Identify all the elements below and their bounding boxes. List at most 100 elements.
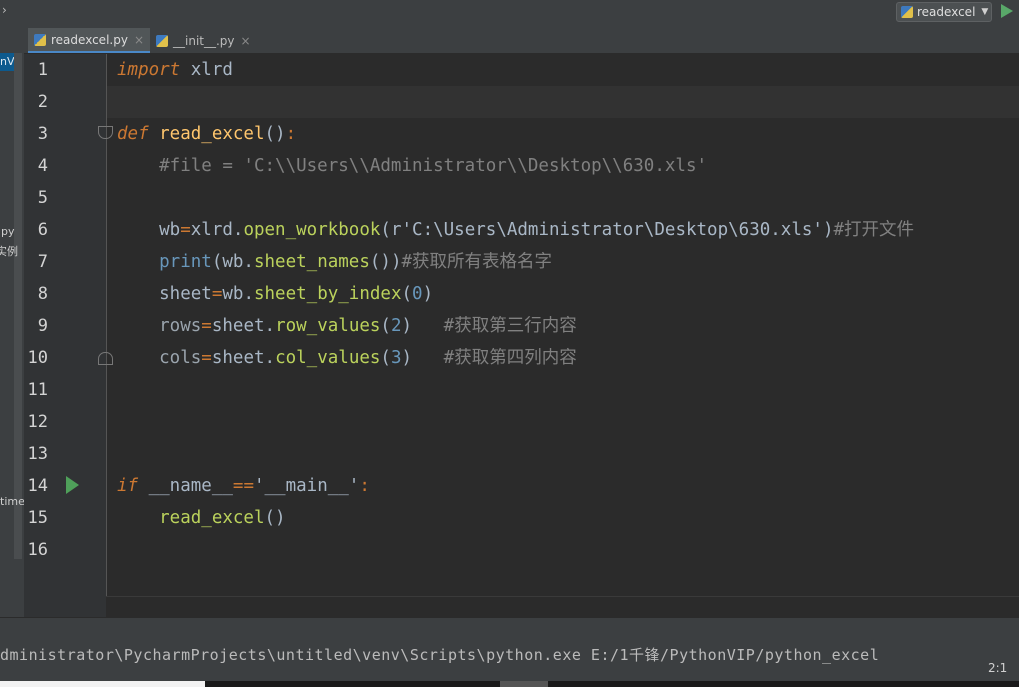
punctuation-token: ()) — [369, 252, 402, 272]
operator-token: = — [201, 348, 212, 368]
breadcrumb[interactable]: › — [2, 3, 7, 17]
chevron-down-icon: ▼ — [981, 7, 989, 17]
code-editor[interactable]: 1 import xlrd 2 3 def read_excel(): 4 #f… — [24, 54, 1019, 617]
close-icon[interactable]: × — [134, 33, 144, 47]
identifier-token: xlrd — [180, 60, 233, 80]
tool-window-header — [0, 617, 1019, 642]
code-text: read_excel() — [117, 507, 286, 529]
function-name-token: read_excel — [148, 124, 265, 144]
keyword-token: import — [117, 60, 181, 80]
punctuation-token: () — [264, 124, 286, 144]
project-tree-item[interactable]: 实例 — [0, 243, 18, 259]
identifier-token: wb — [117, 220, 181, 240]
tab-readexcel[interactable]: readexcel.py × — [28, 28, 150, 53]
close-icon[interactable]: × — [241, 34, 251, 48]
taskbar — [205, 681, 1019, 687]
run-command-text: dministrator\PycharmProjects\untitled\ve… — [0, 646, 880, 664]
function-call-token: read_excel — [117, 508, 265, 528]
code-text: sheet=wb.sheet_by_index(0) — [117, 283, 433, 305]
punctuation-token: ( — [380, 348, 391, 368]
punctuation-token: : — [285, 124, 297, 144]
project-tree-item[interactable]: time — [0, 495, 24, 508]
tab-label: readexcel.py — [51, 32, 128, 47]
punctuation-token: ) — [422, 284, 434, 304]
code-line: 15 read_excel() — [24, 502, 1019, 534]
code-line: 7 print(wb.sheet_names())#获取所有表格名字 — [24, 246, 1019, 278]
punctuation-token: ( — [380, 220, 391, 240]
code-line: 6 wb=xlrd.open_workbook(r'C:\Users\Admin… — [24, 214, 1019, 246]
punctuation-token: ( — [401, 284, 413, 304]
line-number: 10 — [27, 348, 48, 368]
identifier-token: __name__ — [138, 476, 233, 496]
caret-position[interactable]: 2:1 — [988, 661, 1007, 675]
builtin-token: print — [117, 252, 212, 272]
comment-token: #file = 'C:\\Users\\Administrator\\Deskt… — [117, 156, 708, 176]
identifier-token: wb. — [222, 284, 254, 304]
line-number: 6 — [37, 220, 48, 240]
line-number: 2 — [37, 92, 48, 112]
method-call-token: sheet_by_index — [253, 284, 402, 304]
navigation-bar: › readexcel ▼ — [0, 0, 1019, 28]
method-call-token: sheet_names — [253, 252, 370, 272]
method-call-token: open_workbook — [243, 220, 381, 240]
line-number: 11 — [27, 380, 48, 400]
code-text: if __name__=='__main__': — [117, 475, 370, 497]
code-line: 10 cols=sheet.col_values(3) #获取第四列内容 — [24, 342, 1019, 374]
code-line: 13 — [24, 438, 1019, 470]
code-text: import xlrd — [117, 59, 233, 81]
code-line: 12 — [24, 406, 1019, 438]
code-line: 2 — [24, 86, 1019, 118]
run-icon[interactable] — [1001, 4, 1013, 18]
project-panel: nVIP py 实例 time — [0, 27, 24, 617]
number-token: 3 — [390, 348, 402, 368]
python-file-icon — [156, 34, 168, 47]
code-line: 16 — [24, 534, 1019, 566]
punctuation-token: ) — [822, 220, 834, 240]
identifier-token: sheet — [117, 284, 212, 304]
run-icon[interactable] — [66, 476, 79, 494]
code-line: 14 if __name__=='__main__': — [24, 470, 1019, 502]
identifier-token: sheet. — [211, 316, 276, 336]
line-number: 15 — [27, 508, 48, 528]
project-tree-item[interactable]: py — [1, 225, 15, 238]
line-number: 12 — [27, 412, 48, 432]
run-output-panel: dministrator\PycharmProjects\untitled\ve… — [0, 641, 1019, 681]
code-text: wb=xlrd.open_workbook(r'C:\Users\Adminis… — [117, 219, 914, 241]
python-file-icon — [34, 33, 46, 46]
line-number: 8 — [37, 284, 48, 304]
line-number: 7 — [37, 252, 48, 272]
punctuation-token: ) — [401, 316, 413, 336]
line-number: 9 — [37, 316, 48, 336]
identifier-token: xlrd. — [190, 220, 244, 240]
line-number: 4 — [37, 156, 48, 176]
editor-divider — [106, 596, 1019, 597]
project-panel-scroll-track — [14, 53, 22, 559]
code-line: 3 def read_excel(): — [24, 118, 1019, 150]
identifier-token: cols — [117, 348, 202, 368]
fold-collapse-icon[interactable] — [98, 126, 113, 139]
code-line: 1 import xlrd — [24, 54, 1019, 86]
string-token: r'C:\Users\Administrator\Desktop\630.xls… — [390, 220, 823, 240]
run-configuration-label: readexcel — [917, 5, 976, 19]
punctuation-token: () — [264, 508, 286, 528]
identifier-token: rows — [117, 316, 202, 336]
code-text: cols=sheet.col_values(3) #获取第四列内容 — [117, 347, 577, 369]
comment-token: #获取第三行内容 — [412, 316, 577, 336]
operator-token: = — [211, 284, 223, 304]
taskbar-segment — [0, 681, 205, 687]
code-line: 4 #file = 'C:\\Users\\Administrator\\Des… — [24, 150, 1019, 182]
operator-token: = — [180, 220, 191, 240]
code-line: 11 — [24, 374, 1019, 406]
code-line: 5 — [24, 182, 1019, 214]
fold-end-icon[interactable] — [98, 352, 113, 365]
method-call-token: row_values — [275, 316, 381, 336]
identifier-token: sheet. — [211, 348, 276, 368]
tab-label: __init__.py — [173, 33, 235, 48]
tab-init[interactable]: __init__.py × — [150, 28, 257, 53]
editor-tab-bar: readexcel.py × __init__.py × — [24, 27, 1019, 54]
line-number: 16 — [27, 540, 48, 560]
comment-token: #获取第四列内容 — [412, 348, 577, 368]
line-number: 14 — [27, 476, 48, 496]
run-configuration-select[interactable]: readexcel ▼ — [896, 2, 992, 22]
identifier-token: (wb. — [211, 252, 254, 272]
